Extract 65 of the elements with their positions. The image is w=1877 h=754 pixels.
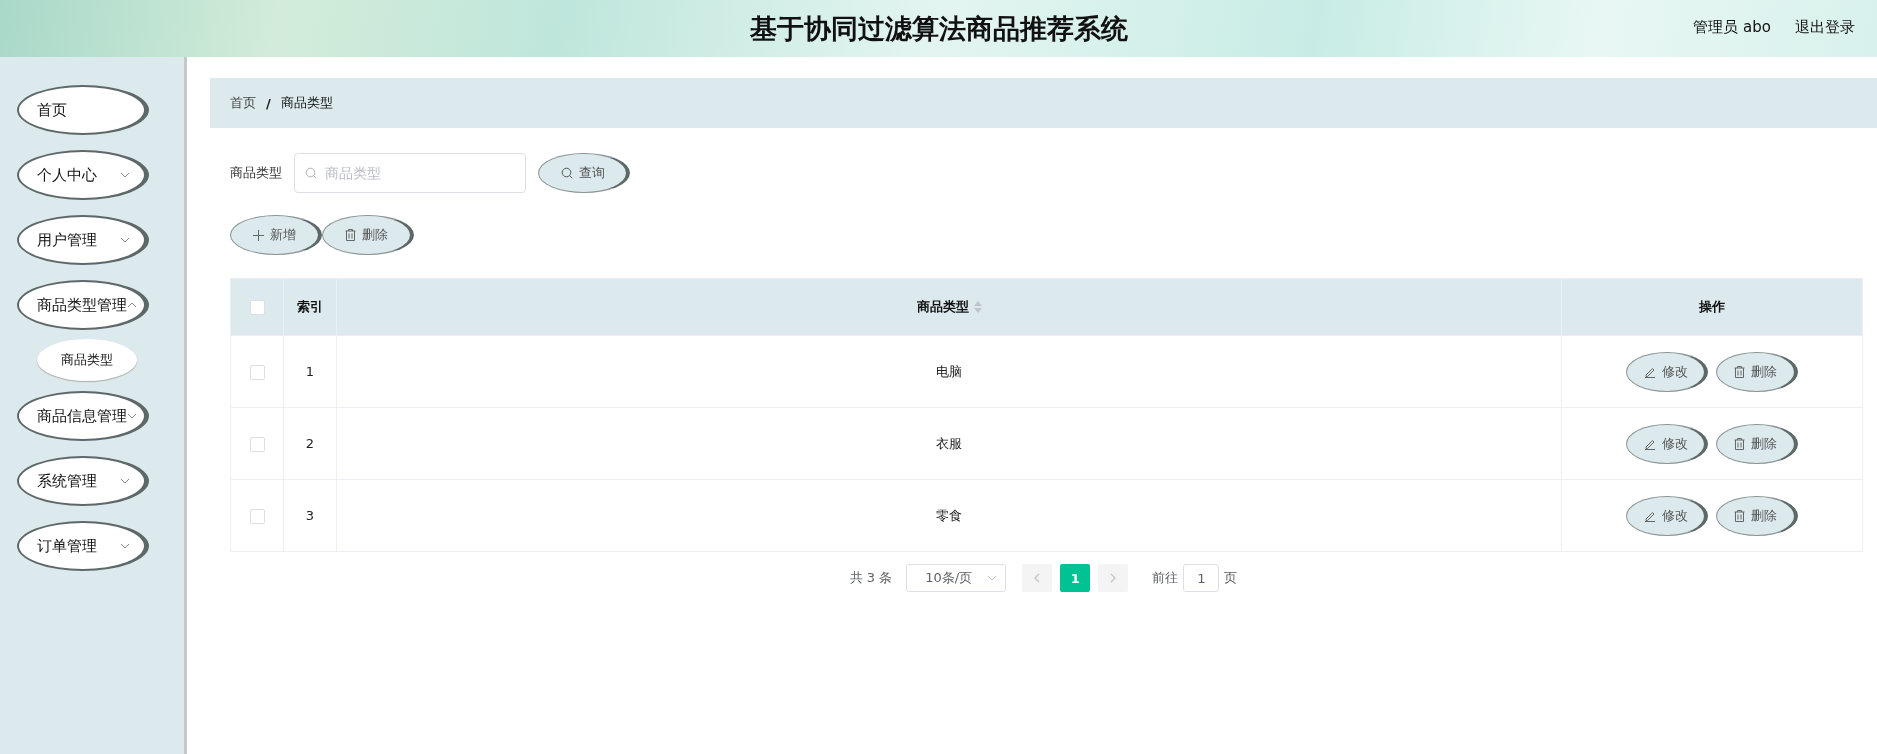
delete-button[interactable]: 删除 bbox=[1716, 351, 1798, 392]
chevron-icon bbox=[127, 302, 137, 308]
chevron-icon bbox=[120, 543, 130, 549]
total-count: 共 3 条 bbox=[849, 569, 893, 587]
edit-button[interactable]: 修改 bbox=[1626, 495, 1708, 536]
row-checkbox[interactable] bbox=[249, 436, 265, 452]
previous-page-button[interactable] bbox=[1022, 564, 1053, 592]
chevron-icon bbox=[120, 172, 130, 178]
column-header[interactable]: 商品类型 bbox=[336, 278, 1562, 336]
chevron-right-icon bbox=[1110, 573, 1117, 583]
next-page-button[interactable] bbox=[1098, 564, 1129, 592]
search-field[interactable]: 商品类型 bbox=[294, 153, 526, 193]
table-cell: 2 bbox=[283, 407, 337, 480]
column-header: 操作 bbox=[1561, 278, 1863, 336]
breadcrumb-separator: / bbox=[266, 95, 271, 111]
breadcrumb-item: 商品类型 bbox=[280, 94, 333, 112]
chevron-left-icon bbox=[1034, 573, 1041, 583]
chevron-icon bbox=[987, 575, 998, 581]
trash-icon bbox=[1734, 509, 1745, 522]
search-icon bbox=[305, 167, 317, 179]
goto-label: 前往 bbox=[1152, 569, 1179, 587]
chevron-icon bbox=[127, 413, 137, 419]
admin-user-label: 管理员 abo bbox=[1693, 18, 1771, 37]
submenu-item[interactable]: 商品类型 bbox=[37, 339, 137, 381]
trash-icon bbox=[345, 229, 356, 241]
trash-icon bbox=[1734, 437, 1745, 450]
add-button[interactable]: 新增 bbox=[230, 215, 322, 255]
pencil-icon bbox=[1643, 365, 1656, 378]
select-all-checkbox[interactable] bbox=[249, 300, 265, 315]
page-suffix: 页 bbox=[1224, 569, 1238, 587]
delete-button[interactable]: 删除 bbox=[1716, 423, 1798, 464]
table-cell: 3 bbox=[283, 479, 337, 552]
pencil-icon bbox=[1643, 437, 1656, 450]
search-label: 商品类型 bbox=[230, 164, 282, 182]
page-size-select[interactable]: 10条/页 bbox=[906, 564, 1007, 592]
delete-button[interactable]: 删除 bbox=[1716, 495, 1798, 536]
breadcrumb-item[interactable]: 首页 bbox=[230, 94, 256, 112]
menu-item[interactable]: 个人中心 bbox=[17, 150, 149, 200]
table-cell: 零食 bbox=[336, 479, 1562, 552]
row-checkbox[interactable] bbox=[249, 364, 265, 380]
delete-button[interactable]: 删除 bbox=[322, 215, 414, 255]
search-icon bbox=[560, 167, 573, 179]
table-cell: 电脑 bbox=[336, 335, 1562, 408]
pencil-icon bbox=[1643, 509, 1656, 522]
edit-button[interactable]: 修改 bbox=[1626, 351, 1708, 392]
app-title: 基于协同过滤算法商品推荐系统 bbox=[749, 11, 1128, 46]
menu-item[interactable]: 系统管理 bbox=[17, 456, 149, 506]
menu-item[interactable]: 首页 bbox=[17, 85, 149, 135]
row-checkbox[interactable] bbox=[249, 508, 265, 524]
trash-icon bbox=[1734, 365, 1745, 378]
edit-button[interactable]: 修改 bbox=[1626, 423, 1708, 464]
menu-item[interactable]: 订单管理 bbox=[17, 521, 149, 571]
table-cell: 1 bbox=[283, 335, 337, 408]
menu-item[interactable]: 商品类型管理 bbox=[17, 280, 149, 330]
chevron-icon bbox=[120, 237, 130, 243]
plus-icon bbox=[253, 229, 264, 241]
table-cell: 衣服 bbox=[336, 407, 1562, 480]
column-header: 索引 bbox=[283, 278, 337, 336]
chevron-icon bbox=[120, 478, 130, 484]
menu-item[interactable]: 商品信息管理 bbox=[17, 391, 149, 441]
menu-item[interactable]: 用户管理 bbox=[17, 215, 149, 265]
logout-link[interactable]: 退出登录 bbox=[1795, 18, 1855, 37]
goto-page-input[interactable]: 1 bbox=[1183, 564, 1220, 592]
query-button[interactable]: 查询 bbox=[538, 153, 630, 193]
sort-icon bbox=[973, 301, 982, 313]
